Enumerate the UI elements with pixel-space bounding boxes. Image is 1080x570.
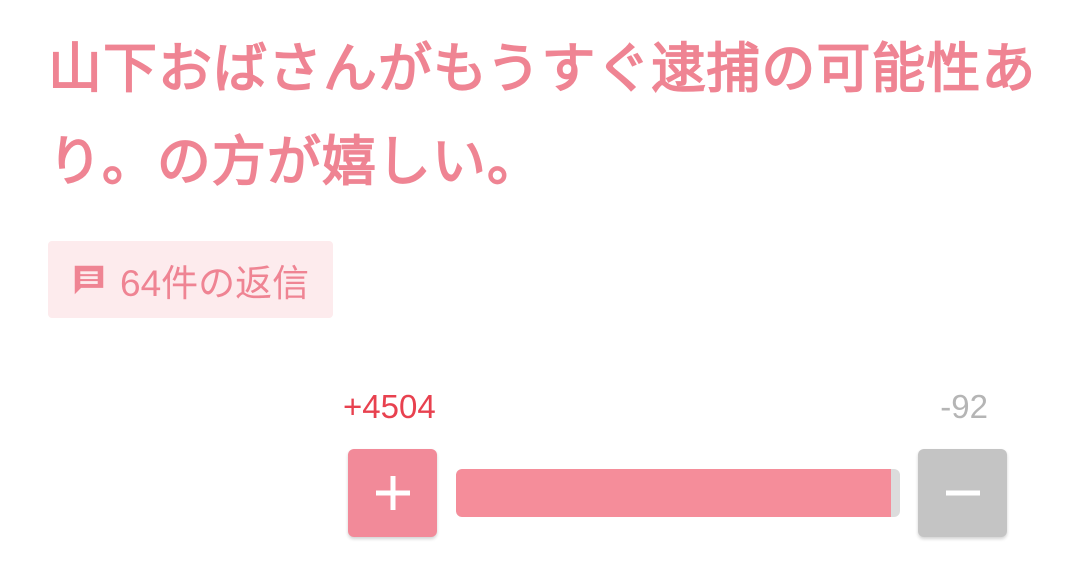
replies-button[interactable]: 64件の返信 bbox=[48, 241, 334, 318]
minus-vote-count: -92 bbox=[940, 388, 988, 425]
comment-icon bbox=[74, 265, 104, 294]
plus-icon bbox=[375, 476, 410, 510]
replies-count-label: 64件の返信 bbox=[120, 262, 310, 304]
minus-icon bbox=[945, 490, 980, 496]
vote-ratio-fill bbox=[456, 469, 892, 517]
plus-vote-button[interactable] bbox=[348, 449, 437, 537]
post-text: 山下おばさんがもうすぐ逮捕の可能性あり。の方が嬉しい。 bbox=[48, 37, 1037, 193]
plus-vote-count: +4504 bbox=[343, 388, 436, 425]
minus-vote-button[interactable] bbox=[918, 449, 1007, 537]
vote-ratio-bar bbox=[456, 469, 900, 517]
